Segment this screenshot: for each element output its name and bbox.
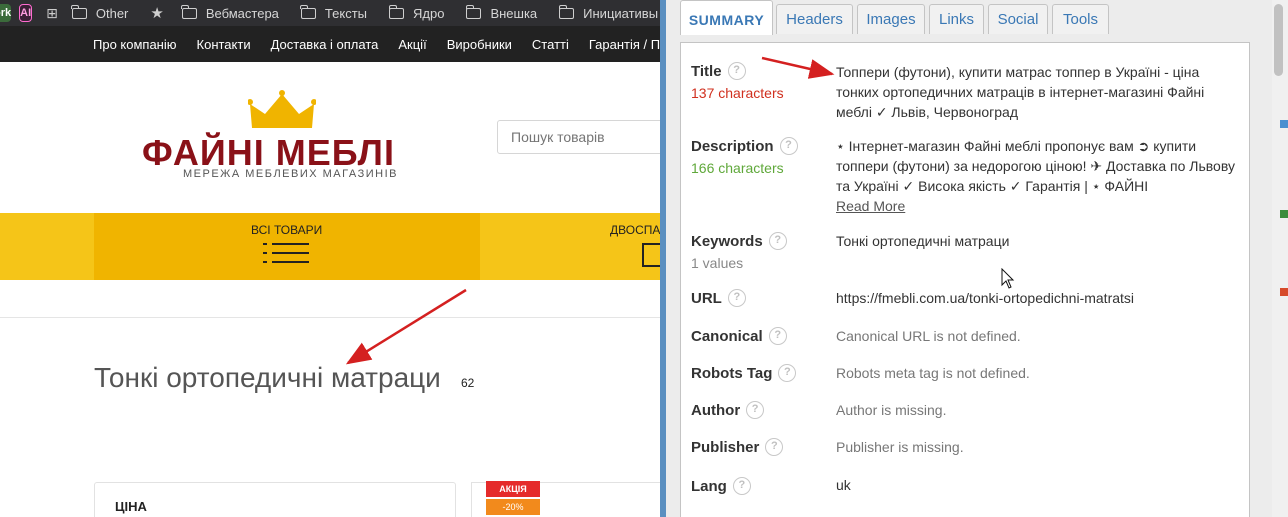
mouse-cursor-icon [1001,268,1015,289]
site-logo-tagline: МЕРЕЖА МЕБЛЕВИХ МАГАЗИНІВ [183,168,398,180]
double-beds-label[interactable]: ДВОСПА [610,223,660,237]
bookmark-folder-offpage[interactable]: Внешка [465,4,538,21]
folder-icon [300,4,316,19]
nav-link-about[interactable]: Про компанію [93,37,177,52]
keywords-count: 1 values [691,255,744,271]
bookmark-label: Other [95,5,129,21]
bookmark-label: Внешка [490,5,538,21]
url-row-label: URL? [691,289,746,307]
category-bar [0,213,660,280]
star-icon[interactable]: ★ [150,4,163,22]
author-value: Author is missing. [836,402,947,418]
bookmark-label: Ядро [413,5,445,21]
label-text: Title [691,62,722,80]
lang-value: uk [836,477,851,493]
publisher-row-label: Publisher? [691,438,784,456]
all-products-label: ВСІ ТОВАРИ [251,223,323,237]
help-icon[interactable]: ? [768,232,787,250]
price-filter: ЦІНА [94,482,456,517]
help-icon[interactable]: ? [768,327,787,345]
label-text: Canonical [691,327,763,345]
folder-icon [388,4,404,19]
divider [0,317,660,318]
arrow-to-page-title [345,288,467,365]
label-text: Robots Tag [691,364,773,382]
scroll-marker [1280,210,1288,218]
title-row-label: Title? [691,62,746,80]
bookmark-label: Вебмастера [205,5,279,21]
bed-icon [642,243,662,267]
nav-link-promotions[interactable]: Акції [398,37,426,52]
help-icon[interactable]: ? [727,289,746,307]
help-icon[interactable]: ? [727,62,746,80]
meta-keywords-value: Тонкі ортопедичні матраци [836,233,1010,249]
canonical-value: Canonical URL is not defined. [836,328,1021,344]
bookmark-label: Тексты [324,5,367,21]
folder-icon [558,4,575,19]
label-text: Description [691,137,774,155]
bookmark-folder-core[interactable]: Ядро [388,4,445,21]
description-row-label: Description? [691,137,798,155]
title-length: 137 characters [691,85,784,101]
scroll-marker [1280,120,1288,128]
tab-images[interactable]: Images [857,4,925,34]
publisher-value: Publisher is missing. [836,439,964,455]
robots-row-label: Robots Tag? [691,364,797,382]
tab-tools[interactable]: Tools [1052,4,1109,34]
page-scrollbar[interactable] [1272,0,1288,517]
discount-badge: -20% [486,499,540,515]
folder-icon [71,4,87,19]
label-text: Keywords [691,232,763,250]
author-row-label: Author? [691,401,765,419]
tab-summary[interactable]: SUMMARY [680,0,773,35]
folder-icon [465,4,482,19]
nav-link-articles[interactable]: Статті [532,37,569,52]
scrollbar-thumb[interactable] [1274,4,1283,76]
bookmark-folder-webmasters[interactable]: Вебмастера [181,4,279,21]
help-icon[interactable]: ? [746,401,765,419]
product-count: 62 [461,376,475,390]
nav-link-contacts[interactable]: Контакти [197,37,251,52]
work-app-icon[interactable]: ork [0,4,12,22]
sale-badge: АКЦІЯ [486,481,540,497]
bookmark-folder-texts[interactable]: Тексты [300,4,367,21]
folder-icon [181,4,197,19]
bookmarks-bar: ork AI ⊞ Other ★ Вебмастера Тексты Ядро … [0,0,660,26]
scroll-marker [1280,288,1288,296]
page-url-value[interactable]: https://fmebli.com.ua/tonki-ortopedichni… [836,288,1241,308]
page-title: Тонкі ортопедичні матраци [94,362,441,393]
apps-grid-icon[interactable]: ⊞ [46,5,58,22]
nav-link-warranty[interactable]: Гарантія / П [589,37,660,52]
meta-description-value: ⋆ Інтернет-магазин Файні меблі пропонує … [836,138,1235,194]
help-icon[interactable]: ? [732,477,751,495]
label-text: URL [691,289,722,307]
help-icon[interactable]: ? [778,364,797,382]
bookmark-label: Инициативы [583,5,659,21]
site-top-nav: Про компанію Контакти Доставка і оплата … [0,26,660,62]
label-text: Author [691,401,741,419]
label-text: Publisher [691,438,760,456]
bookmark-folder-other[interactable]: Other [71,4,129,21]
bookmark-folder-initiatives[interactable]: Инициативы [558,4,659,21]
tab-links[interactable]: Links [929,4,984,34]
robots-value: Robots meta tag is not defined. [836,365,1030,381]
canonical-row-label: Canonical? [691,327,787,345]
nav-link-delivery[interactable]: Доставка і оплата [271,37,379,52]
read-more-link[interactable]: Read More [836,196,905,216]
crown-logo-icon [248,90,316,128]
nav-link-manufacturers[interactable]: Виробники [447,37,512,52]
help-icon[interactable]: ? [779,137,798,155]
help-icon[interactable]: ? [765,438,784,456]
keywords-row-label: Keywords? [691,232,787,250]
description-length: 166 characters [691,160,784,176]
tab-headers[interactable]: Headers [776,4,853,34]
tab-social[interactable]: Social [988,4,1048,34]
label-text: Lang [691,477,727,495]
meta-title-value: Топпери (футони), купити матрас топпер в… [836,64,1205,120]
ai-app-icon[interactable]: AI [19,4,33,22]
price-filter-title: ЦІНА [115,499,147,514]
lang-row-label: Lang? [691,477,751,495]
menu-lines-icon [263,243,309,265]
